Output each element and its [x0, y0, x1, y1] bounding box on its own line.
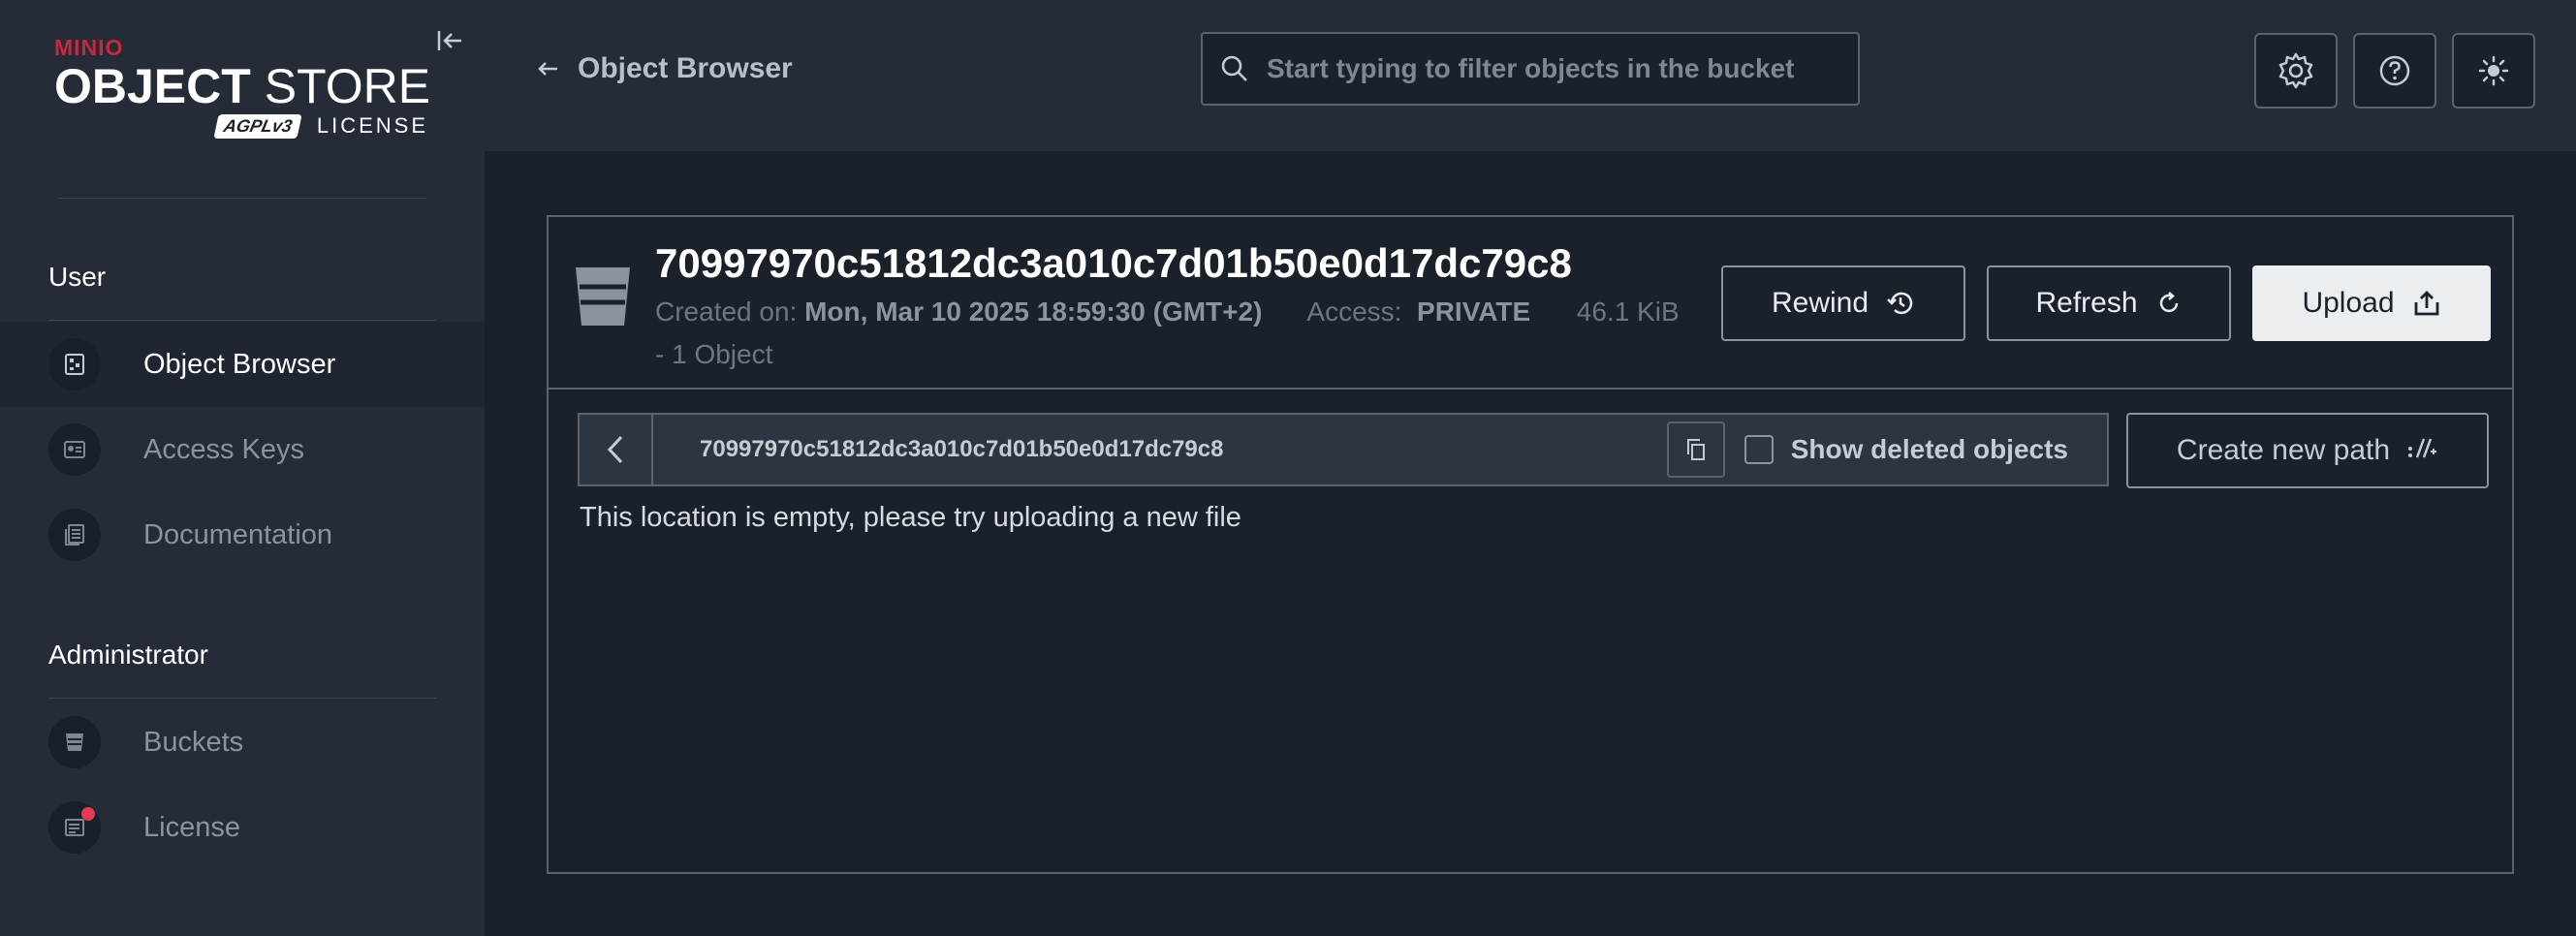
- help-icon: [2379, 55, 2410, 86]
- section-divider: [48, 698, 436, 699]
- sidebar-item-documentation[interactable]: Documentation: [0, 492, 485, 577]
- bucket-metadata: Created on: Mon, Mar 10 2025 18:59:30 (G…: [655, 296, 1680, 328]
- upload-label: Upload: [2302, 287, 2395, 319]
- create-new-path-button[interactable]: Create new path: [2126, 413, 2489, 488]
- theme-toggle-button[interactable]: [2452, 33, 2535, 109]
- show-deleted-label: Show deleted objects: [1790, 434, 2068, 464]
- empty-state-message: This location is empty, please try uploa…: [580, 502, 1241, 533]
- sidebar-item-label: Access Keys: [143, 433, 304, 465]
- copy-path-button[interactable]: [1666, 421, 1725, 478]
- copy-icon: [1686, 439, 1705, 460]
- chevron-left-icon: [607, 435, 623, 464]
- access-value: PRIVATE: [1417, 296, 1531, 327]
- settings-button[interactable]: [2254, 33, 2338, 109]
- logo-product-bold: OBJECT: [54, 59, 251, 113]
- collapse-sidebar-button[interactable]: [432, 23, 467, 58]
- theme-toggle-icon: [2478, 55, 2509, 86]
- logo-license-text: LICENSE: [316, 113, 428, 138]
- page-title: Object Browser: [578, 52, 793, 84]
- created-label: Created on:: [655, 296, 798, 327]
- access-label: Access:: [1306, 296, 1402, 327]
- top-header: Object Browser: [485, 0, 2576, 151]
- rewind-button[interactable]: Rewind: [1721, 265, 1965, 341]
- logo-brand: MINIO: [54, 35, 124, 60]
- object-browser-icon: [48, 338, 101, 390]
- agpl-badge: AGPLv3: [213, 113, 302, 139]
- history-icon: [1886, 289, 1915, 318]
- sidebar-divider: [58, 198, 426, 199]
- sidebar-item-object-browser[interactable]: Object Browser: [0, 322, 485, 407]
- search-input[interactable]: [1267, 53, 1858, 84]
- refresh-icon: [2155, 290, 2183, 317]
- breadcrumb-back-button[interactable]: [580, 415, 653, 484]
- show-deleted-checkbox[interactable]: [1744, 435, 1774, 464]
- sidebar: MINIO OBJECT STORE AGPLv3 LICENSE User O…: [0, 0, 485, 936]
- refresh-button[interactable]: Refresh: [1987, 265, 2231, 341]
- breadcrumb: 70997970c51812dc3a010c7d01b50e0d17dc79c8…: [578, 413, 2109, 486]
- upload-icon: [2412, 289, 2441, 318]
- created-value: Mon, Mar 10 2025 18:59:30 (GMT+2): [804, 296, 1263, 327]
- notification-badge: [81, 807, 95, 821]
- sidebar-item-label: Documentation: [143, 518, 333, 550]
- sidebar-item-label: Buckets: [143, 726, 244, 758]
- bucket-size: 46.1 KiB: [1576, 296, 1680, 327]
- bucket-info-panel: 70997970c51812dc3a010c7d01b50e0d17dc79c8…: [547, 215, 2514, 390]
- bucket-icon: [574, 265, 632, 332]
- breadcrumb-path: 70997970c51812dc3a010c7d01b50e0d17dc79c8: [700, 436, 1224, 462]
- sidebar-item-access-keys[interactable]: Access Keys: [0, 407, 485, 492]
- logo-product-light: STORE: [264, 59, 431, 113]
- new-path-icon: [2407, 436, 2438, 466]
- upload-button[interactable]: Upload: [2252, 265, 2491, 341]
- refresh-label: Refresh: [2035, 287, 2138, 319]
- help-button[interactable]: [2353, 33, 2436, 109]
- rewind-label: Rewind: [1771, 287, 1869, 319]
- section-label-user: User: [48, 262, 107, 292]
- minio-logo: MINIO OBJECT STORE AGPLv3 LICENSE: [54, 35, 442, 139]
- logo-license-row: AGPLv3 LICENSE: [54, 113, 428, 139]
- settings-icon: [2278, 52, 2313, 89]
- show-deleted-toggle[interactable]: Show deleted objects: [1744, 434, 2068, 465]
- bucket-name: 70997970c51812dc3a010c7d01b50e0d17dc79c8: [655, 240, 1572, 286]
- back-to-object-browser-link[interactable]: Object Browser: [537, 52, 793, 85]
- sidebar-item-license[interactable]: License: [0, 785, 485, 870]
- section-divider: [48, 320, 436, 321]
- sidebar-item-label: Object Browser: [143, 348, 336, 380]
- logo-product: OBJECT STORE: [54, 61, 442, 111]
- section-label-administrator: Administrator: [48, 640, 208, 670]
- bucket-icon: [48, 716, 101, 768]
- object-count: - 1 Object: [655, 339, 773, 369]
- collapse-left-icon: [437, 31, 461, 50]
- create-new-path-label: Create new path: [2176, 434, 2391, 466]
- access-keys-icon: [48, 423, 101, 476]
- object-list-panel: 70997970c51812dc3a010c7d01b50e0d17dc79c8…: [547, 390, 2514, 874]
- license-icon: [48, 801, 101, 854]
- sidebar-item-buckets[interactable]: Buckets: [0, 700, 485, 785]
- back-arrow-icon: [537, 53, 558, 84]
- search-icon: [1220, 54, 1249, 83]
- sidebar-item-label: License: [143, 811, 240, 843]
- search-box: [1201, 32, 1860, 106]
- documentation-icon: [48, 509, 101, 561]
